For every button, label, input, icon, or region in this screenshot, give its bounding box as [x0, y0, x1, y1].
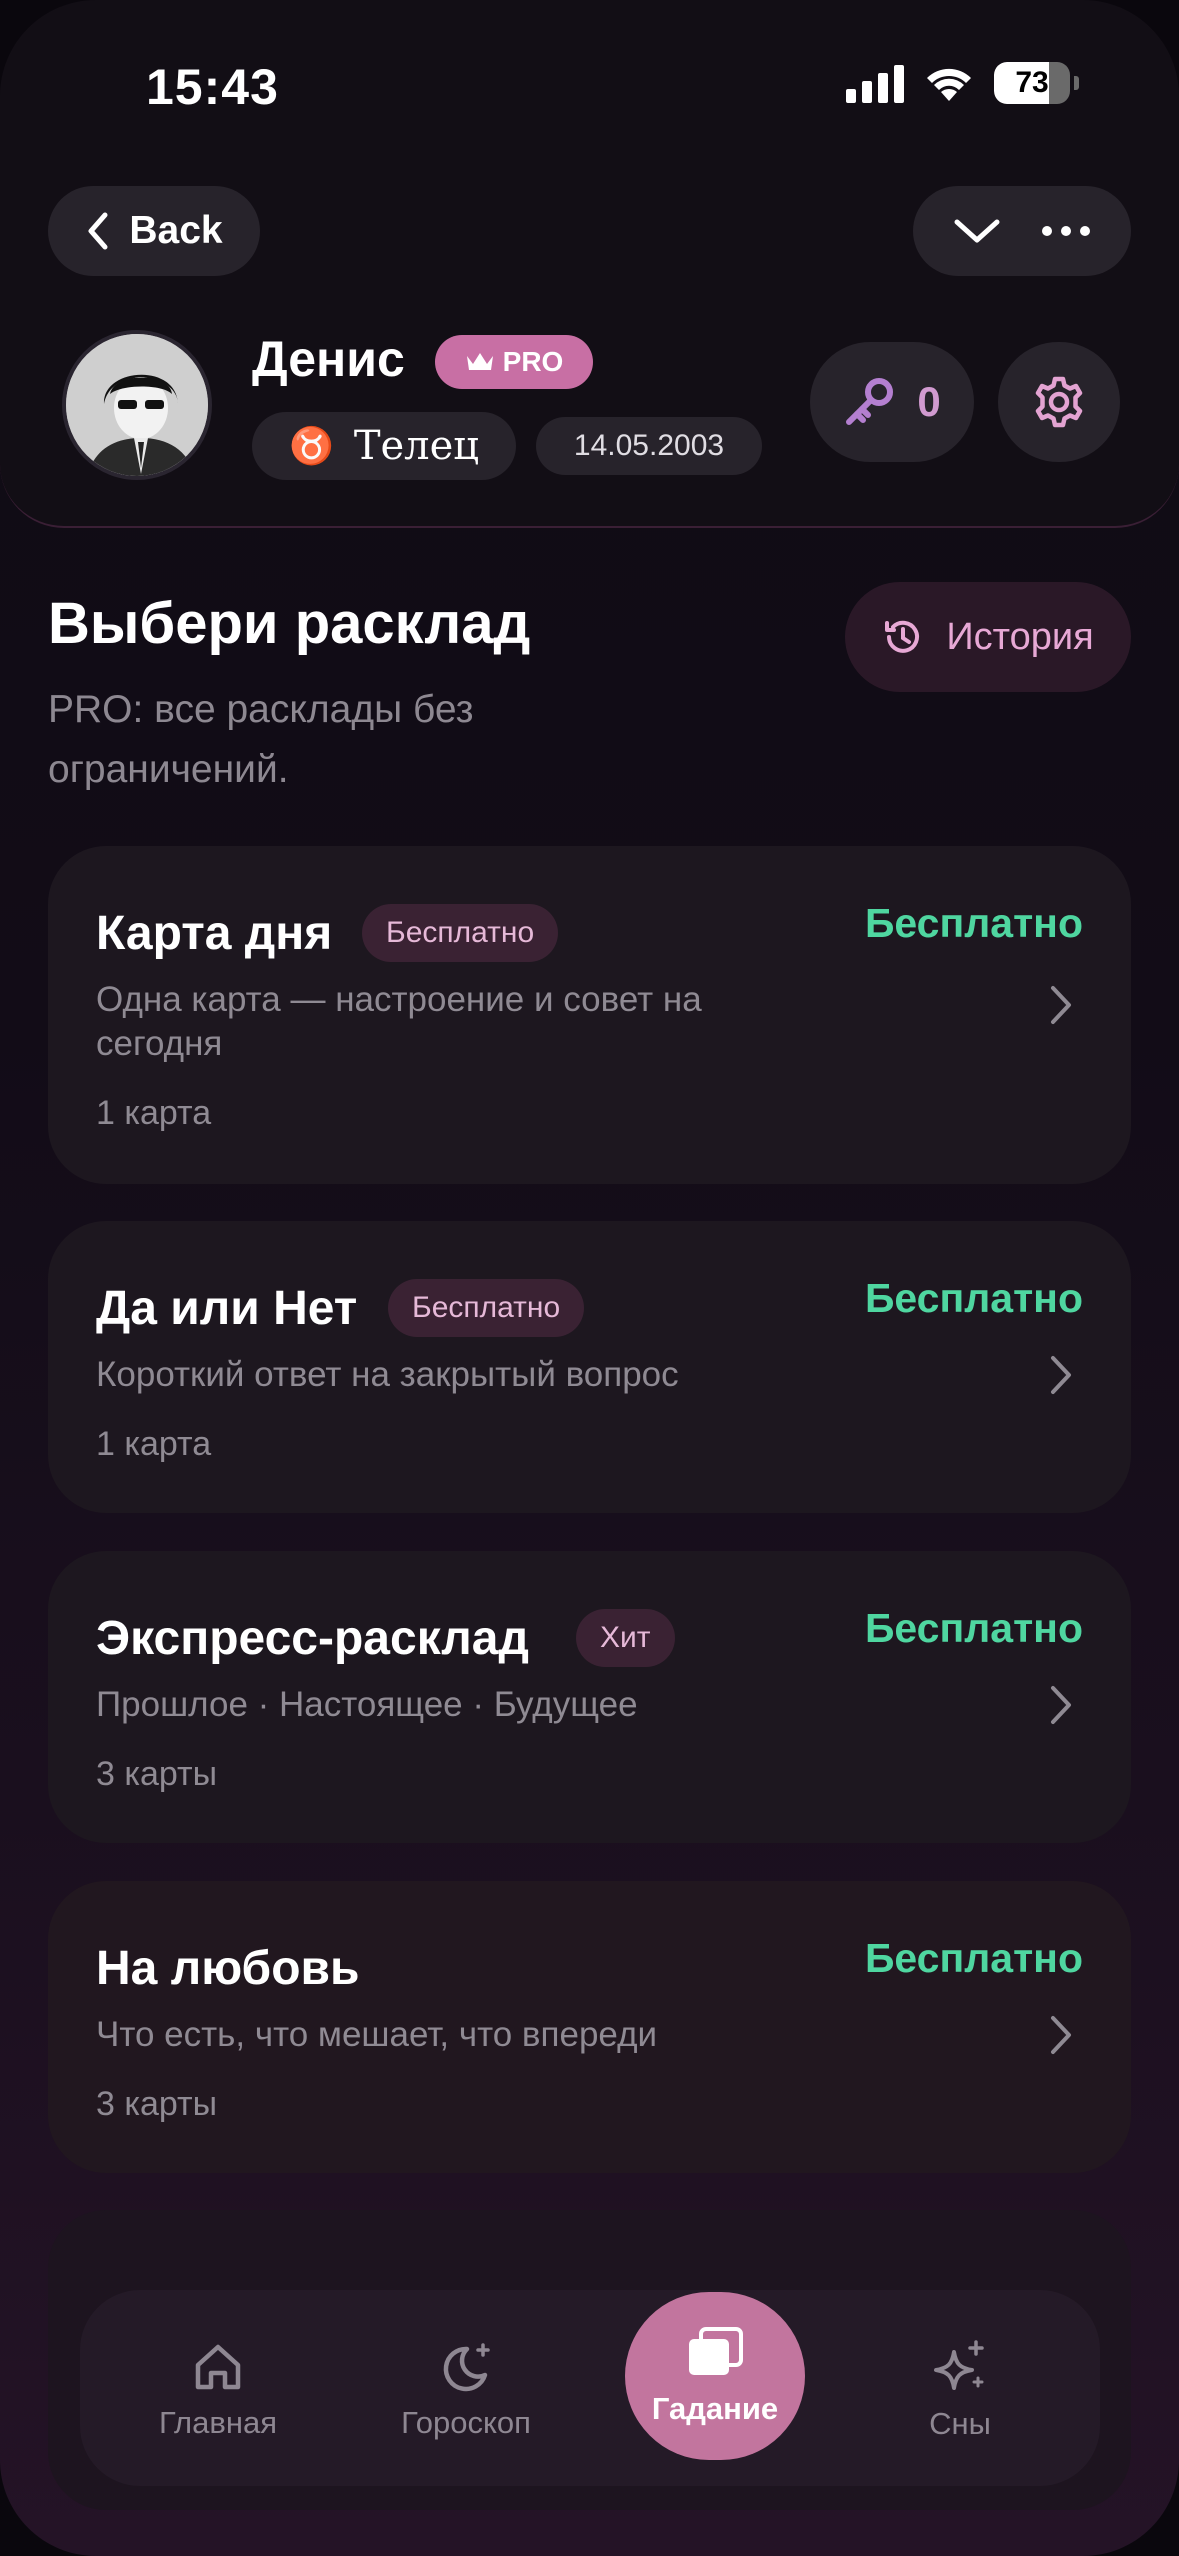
birth-date: 14.05.2003 [536, 417, 762, 475]
card-tag: Хит [576, 1609, 675, 1667]
nav-item-divination[interactable]: Гадание [625, 2292, 805, 2460]
card-count: 3 карты [96, 2085, 218, 2123]
keys-button[interactable]: 0 [810, 342, 974, 462]
status-icons: 73 [846, 62, 1079, 104]
card-count: 3 карты [96, 1755, 218, 1793]
card-title: Экспресс-расклад [96, 1612, 529, 1665]
card-price: Бесплатно [864, 900, 1083, 946]
nav-label: Главная [159, 2405, 277, 2440]
battery-level: 73 [1015, 66, 1049, 99]
history-button[interactable]: История [845, 582, 1131, 692]
nav-item-home[interactable]: Главная [128, 2320, 308, 2460]
zodiac-name: Телец [353, 423, 479, 469]
gear-icon [1035, 376, 1083, 428]
page-title: Выбери расклад [48, 591, 531, 656]
back-button[interactable]: Back [48, 186, 260, 276]
nav-label: Гадание [651, 2391, 779, 2426]
card-tag: Бесплатно [362, 904, 559, 962]
card-description: Прошлое · Настоящее · Будущее [96, 1685, 638, 1724]
spread-card-yes-no[interactable]: Да или Нет Бесплатно Бесплатно Короткий … [48, 1221, 1131, 1513]
history-label: История [946, 615, 1094, 658]
nav-item-dreams[interactable]: Сны [870, 2320, 1050, 2460]
key-icon [846, 378, 894, 425]
cards-icon [689, 2327, 743, 2375]
card-title: Карта дня [96, 907, 333, 960]
chevron-down-icon[interactable] [953, 216, 1001, 246]
spread-card-express[interactable]: Экспресс-расклад Хит Бесплатно Прошлое ·… [48, 1551, 1131, 1843]
card-tag: Бесплатно [388, 1279, 585, 1337]
taurus-icon: ♉ [289, 426, 334, 467]
home-icon [195, 2344, 241, 2390]
nav-item-horoscope[interactable]: Гороскоп [376, 2320, 556, 2460]
moon-stars-icon [443, 2343, 490, 2392]
wifi-icon [927, 68, 971, 101]
window-controls [913, 186, 1131, 276]
nav-label: Гороскоп [401, 2405, 531, 2440]
spread-card-day[interactable]: Карта дня Бесплатно Бесплатно Одна карта… [48, 846, 1131, 1184]
card-title: Да или Нет [96, 1282, 358, 1335]
card-description: Короткий ответ на закрытый вопрос [96, 1355, 679, 1394]
card-title: На любовь [96, 1942, 360, 1995]
settings-button[interactable] [998, 342, 1120, 462]
zodiac-chip: ♉ Телец [252, 412, 516, 480]
keys-count: 0 [917, 378, 941, 425]
avatar[interactable] [62, 330, 212, 480]
more-icon[interactable] [1041, 225, 1091, 237]
spread-card-love[interactable]: На любовь Бесплатно Что есть, что мешает… [48, 1881, 1131, 2173]
pro-badge: PRO [435, 335, 593, 389]
card-count: 1 карта [96, 1425, 212, 1463]
card-price: Бесплатно [864, 1605, 1083, 1651]
card-count: 1 карта [96, 1094, 212, 1132]
page-subtitle: PRO: все расклады без ограничений. [48, 688, 474, 791]
status-time: 15:43 [146, 59, 279, 115]
back-label: Back [129, 209, 223, 252]
user-name: Денис [252, 331, 405, 387]
battery-icon: 73 [994, 62, 1070, 104]
chevron-right-icon [1051, 2016, 1071, 2054]
card-price: Бесплатно [864, 1275, 1083, 1321]
crown-icon [466, 353, 493, 370]
card-description: Что есть, что мешает, что впереди [96, 2015, 658, 2054]
chevron-right-icon [1051, 986, 1071, 1024]
chevron-right-icon [1051, 1356, 1071, 1394]
cellular-signal-icon [846, 63, 904, 103]
card-price: Бесплатно [864, 1935, 1083, 1981]
card-description: Одна карта — настроение и совет на сегод… [96, 980, 702, 1063]
app-screen: 15:43 73 Back Денис PRO ♉ Телец 14.05.20… [0, 0, 1179, 2556]
nav-label: Сны [929, 2406, 991, 2441]
chevron-right-icon [1051, 1686, 1071, 1724]
sparkles-icon [934, 2340, 984, 2390]
history-icon [885, 620, 920, 653]
pro-label: PRO [502, 346, 564, 377]
chevron-left-icon [88, 212, 108, 250]
